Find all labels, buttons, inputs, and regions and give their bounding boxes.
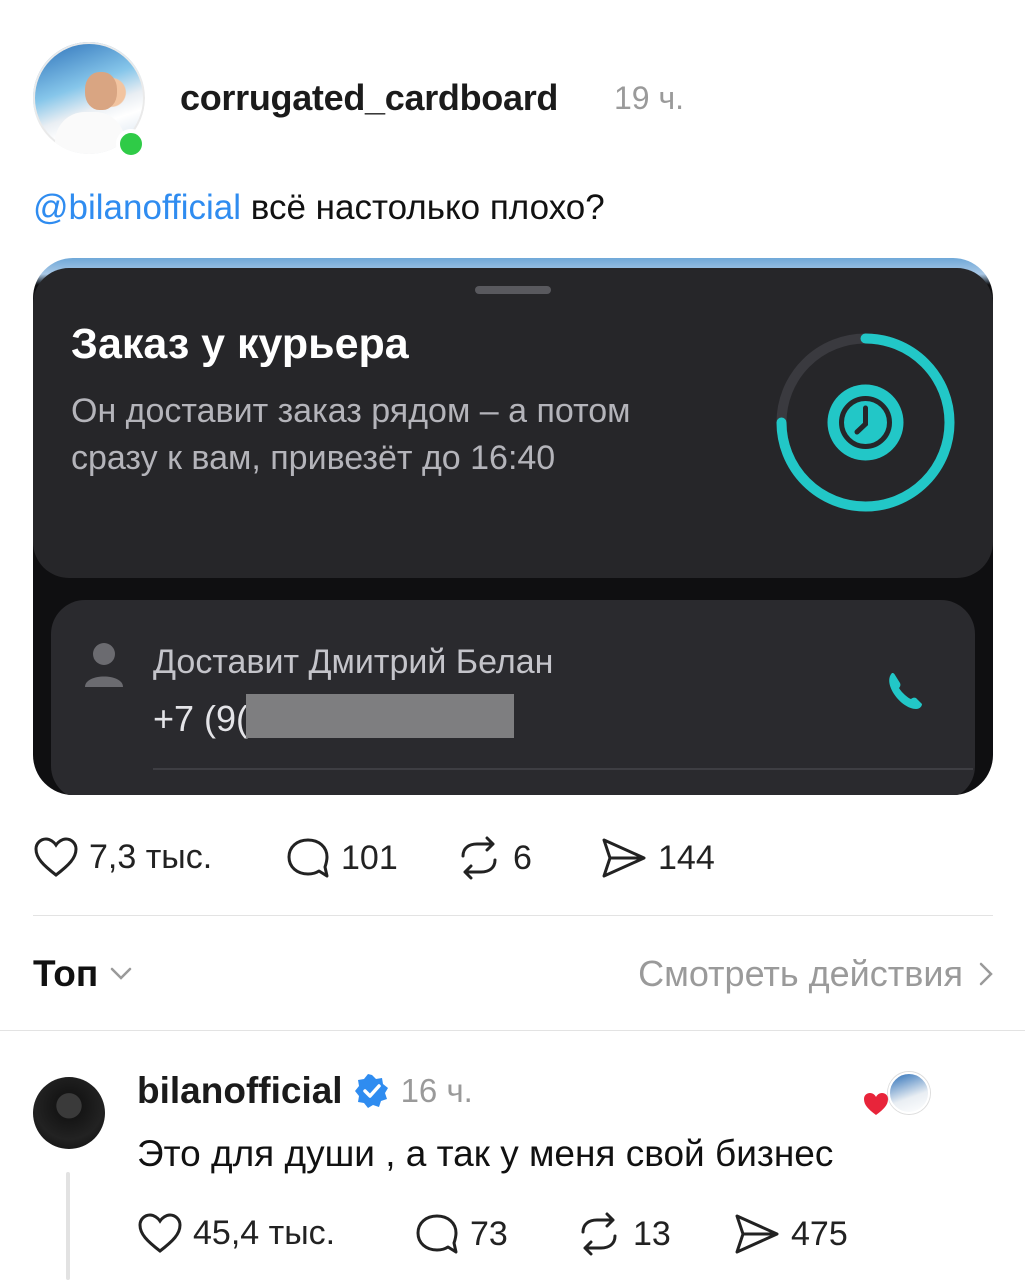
reply-header: bilanofficial 16 ч. bbox=[137, 1070, 473, 1112]
reply-like-button[interactable]: 45,4 тыс. bbox=[137, 1212, 335, 1254]
heart-icon bbox=[138, 1213, 182, 1253]
card-divider bbox=[153, 768, 973, 770]
courier-phone: +7 (9( bbox=[153, 698, 249, 739]
author-username[interactable]: corrugated_cardboard bbox=[180, 77, 558, 119]
order-title: Заказ у курьера bbox=[71, 320, 409, 368]
reply-repost-button[interactable]: 13 bbox=[575, 1212, 671, 1256]
mention-link[interactable]: @bilanofficial bbox=[33, 188, 241, 227]
comment-icon bbox=[416, 1214, 458, 1254]
reply-repost-count: 13 bbox=[633, 1214, 671, 1253]
order-subtitle: Он доставит заказ рядом – а потом сразу … bbox=[71, 392, 631, 477]
share-count: 144 bbox=[658, 838, 715, 877]
timer-icon bbox=[776, 333, 955, 512]
post-body-text: всё настолько плохо? bbox=[241, 188, 605, 227]
send-icon bbox=[602, 838, 646, 878]
repost-button[interactable]: 6 bbox=[455, 836, 532, 880]
comment-icon bbox=[287, 838, 329, 878]
post-image[interactable]: Заказ у курьера Он доставит заказ рядом … bbox=[33, 258, 993, 795]
view-activity-label: Смотреть действия bbox=[638, 953, 963, 994]
courier-name: Доставит Дмитрий Белан bbox=[153, 643, 554, 681]
phone-icon[interactable] bbox=[878, 663, 934, 719]
chevron-down-icon bbox=[110, 967, 132, 980]
avatar-figure-head bbox=[85, 72, 117, 110]
reply-text: Это для души , а так у меня свой бизнес bbox=[137, 1133, 834, 1174]
view-activity-link[interactable]: Смотреть действия bbox=[638, 953, 993, 995]
reply-share-button[interactable]: 475 bbox=[733, 1212, 848, 1256]
divider bbox=[0, 1030, 1025, 1031]
comment-count: 101 bbox=[341, 838, 398, 877]
reply-like-count: 45,4 тыс. bbox=[193, 1213, 336, 1252]
post-timestamp: 19 ч. bbox=[614, 80, 685, 116]
repost-icon bbox=[581, 1212, 617, 1256]
reply-username[interactable]: bilanofficial bbox=[137, 1070, 343, 1112]
online-status-dot bbox=[116, 129, 146, 159]
author-liked-avatar bbox=[888, 1072, 930, 1114]
comment-button[interactable]: 101 bbox=[285, 836, 398, 880]
heart-filled-icon bbox=[864, 1093, 888, 1115]
sort-dropdown[interactable]: Топ bbox=[33, 953, 132, 995]
reply-comment-button[interactable]: 73 bbox=[414, 1212, 508, 1256]
like-button[interactable]: 7,3 тыс. bbox=[33, 836, 212, 878]
person-icon bbox=[85, 643, 123, 687]
avatar-figure-shirt bbox=[55, 112, 125, 154]
send-icon bbox=[735, 1214, 779, 1254]
post-text: @bilanofficial всё настолько плохо? bbox=[33, 188, 605, 228]
reply-share-count: 475 bbox=[791, 1214, 848, 1253]
thread-line bbox=[66, 1172, 70, 1280]
reply-comment-count: 73 bbox=[470, 1214, 508, 1253]
heart-icon bbox=[34, 837, 78, 877]
reply-author-avatar[interactable] bbox=[33, 1077, 105, 1149]
like-count: 7,3 тыс. bbox=[89, 837, 213, 876]
divider bbox=[33, 915, 993, 916]
sort-label: Топ bbox=[33, 953, 99, 994]
share-button[interactable]: 144 bbox=[600, 836, 715, 880]
sheet-grabber bbox=[475, 286, 551, 294]
repost-icon bbox=[461, 836, 497, 880]
repost-count: 6 bbox=[513, 838, 532, 877]
reply-timestamp: 16 ч. bbox=[400, 1072, 473, 1109]
redaction-box bbox=[246, 694, 514, 738]
chevron-right-icon bbox=[979, 962, 993, 986]
verified-badge-icon bbox=[354, 1074, 388, 1108]
